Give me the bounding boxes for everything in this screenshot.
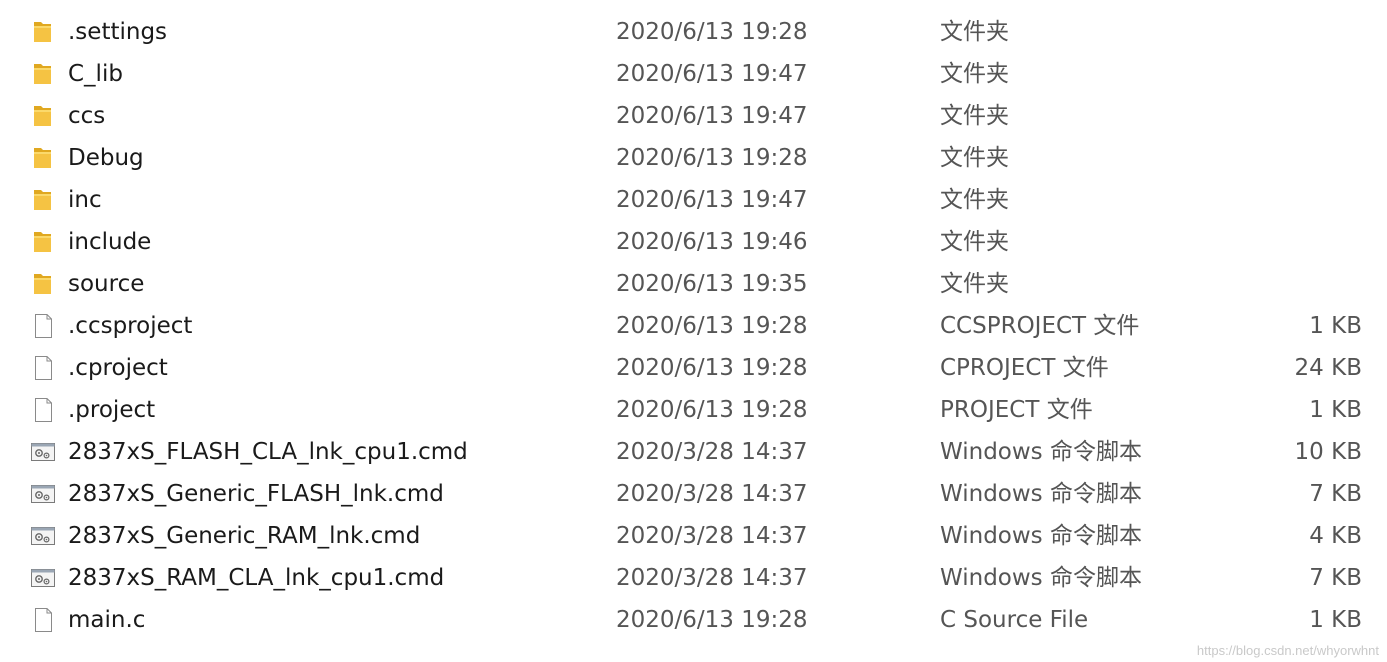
file-row[interactable]: ccs 2020/6/13 19:47 文件夹 bbox=[0, 95, 1387, 137]
file-modified-date: 2020/6/13 19:46 bbox=[616, 229, 808, 255]
file-type: 文件夹 bbox=[940, 187, 1009, 213]
file-type: Windows 命令脚本 bbox=[940, 523, 1142, 549]
file-modified-date: 2020/6/13 19:47 bbox=[616, 61, 808, 87]
file-type: 文件夹 bbox=[940, 103, 1009, 129]
file-type: CCSPROJECT 文件 bbox=[940, 313, 1140, 339]
file-row[interactable]: main.c 2020/6/13 19:28 C Source File 1 K… bbox=[0, 599, 1387, 641]
file-name: .ccsproject bbox=[68, 313, 193, 339]
file-size: 10 KB bbox=[1294, 439, 1362, 465]
file-type: 文件夹 bbox=[940, 229, 1009, 255]
cmd-script-icon bbox=[31, 443, 55, 461]
file-list: .settings 2020/6/13 19:28 文件夹 C_lib 2020… bbox=[0, 11, 1387, 641]
folder-icon bbox=[34, 22, 51, 42]
file-modified-date: 2020/6/13 19:28 bbox=[616, 313, 808, 339]
cmd-script-icon bbox=[31, 527, 55, 545]
file-name: 2837xS_FLASH_CLA_lnk_cpu1.cmd bbox=[68, 439, 468, 465]
file-row[interactable]: .settings 2020/6/13 19:28 文件夹 bbox=[0, 11, 1387, 53]
folder-icon bbox=[34, 274, 51, 294]
file-size: 24 KB bbox=[1294, 355, 1362, 381]
file-modified-date: 2020/3/28 14:37 bbox=[616, 439, 808, 465]
file-size: 1 KB bbox=[1309, 397, 1362, 423]
file-row[interactable]: include 2020/6/13 19:46 文件夹 bbox=[0, 221, 1387, 263]
file-size: 1 KB bbox=[1309, 313, 1362, 339]
file-type: Windows 命令脚本 bbox=[940, 439, 1142, 465]
file-type: 文件夹 bbox=[940, 271, 1009, 297]
file-modified-date: 2020/6/13 19:28 bbox=[616, 607, 808, 633]
file-modified-date: 2020/3/28 14:37 bbox=[616, 481, 808, 507]
file-name: 2837xS_RAM_CLA_lnk_cpu1.cmd bbox=[68, 565, 445, 591]
file-name: C_lib bbox=[68, 61, 123, 87]
file-name: Debug bbox=[68, 145, 144, 171]
file-name: 2837xS_Generic_RAM_lnk.cmd bbox=[68, 523, 421, 549]
folder-icon bbox=[34, 232, 51, 252]
file-name: .settings bbox=[68, 19, 168, 45]
file-size: 1 KB bbox=[1309, 607, 1362, 633]
file-name: include bbox=[68, 229, 152, 255]
file-row[interactable]: C_lib 2020/6/13 19:47 文件夹 bbox=[0, 53, 1387, 95]
watermark: https://blog.csdn.net/whyorwhnt bbox=[1196, 643, 1379, 658]
file-icon bbox=[35, 356, 52, 380]
file-modified-date: 2020/6/13 19:28 bbox=[616, 397, 808, 423]
file-size: 7 KB bbox=[1309, 481, 1362, 507]
folder-icon bbox=[34, 190, 51, 210]
file-size: 7 KB bbox=[1309, 565, 1362, 591]
folder-icon bbox=[34, 64, 51, 84]
file-type: C Source File bbox=[940, 607, 1089, 633]
file-name: ccs bbox=[68, 103, 106, 129]
file-modified-date: 2020/6/13 19:28 bbox=[616, 19, 808, 45]
file-modified-date: 2020/6/13 19:28 bbox=[616, 145, 808, 171]
file-type: 文件夹 bbox=[940, 19, 1009, 45]
file-row[interactable]: .cproject 2020/6/13 19:28 CPROJECT 文件 24… bbox=[0, 347, 1387, 389]
file-name: .project bbox=[68, 397, 156, 423]
file-modified-date: 2020/6/13 19:28 bbox=[616, 355, 808, 381]
file-modified-date: 2020/6/13 19:47 bbox=[616, 103, 808, 129]
file-modified-date: 2020/6/13 19:35 bbox=[616, 271, 808, 297]
folder-icon bbox=[34, 148, 51, 168]
file-type: Windows 命令脚本 bbox=[940, 565, 1142, 591]
file-row[interactable]: Debug 2020/6/13 19:28 文件夹 bbox=[0, 137, 1387, 179]
file-name: 2837xS_Generic_FLASH_lnk.cmd bbox=[68, 481, 444, 507]
file-row[interactable]: 2837xS_FLASH_CLA_lnk_cpu1.cmd 2020/3/28 … bbox=[0, 431, 1387, 473]
cmd-script-icon bbox=[31, 569, 55, 587]
file-type: CPROJECT 文件 bbox=[940, 355, 1109, 381]
file-row[interactable]: 2837xS_Generic_RAM_lnk.cmd 2020/3/28 14:… bbox=[0, 515, 1387, 557]
file-modified-date: 2020/3/28 14:37 bbox=[616, 565, 808, 591]
folder-icon bbox=[34, 106, 51, 126]
file-row[interactable]: 2837xS_RAM_CLA_lnk_cpu1.cmd 2020/3/28 14… bbox=[0, 557, 1387, 599]
file-size: 4 KB bbox=[1309, 523, 1362, 549]
file-type: 文件夹 bbox=[940, 61, 1009, 87]
file-modified-date: 2020/6/13 19:47 bbox=[616, 187, 808, 213]
file-type: Windows 命令脚本 bbox=[940, 481, 1142, 507]
file-name: .cproject bbox=[68, 355, 168, 381]
file-icon bbox=[35, 314, 52, 338]
file-type: 文件夹 bbox=[940, 145, 1009, 171]
file-row[interactable]: inc 2020/6/13 19:47 文件夹 bbox=[0, 179, 1387, 221]
file-name: main.c bbox=[68, 607, 146, 633]
file-type: PROJECT 文件 bbox=[940, 397, 1093, 423]
file-name: source bbox=[68, 271, 145, 297]
file-name: inc bbox=[68, 187, 102, 213]
file-row[interactable]: 2837xS_Generic_FLASH_lnk.cmd 2020/3/28 1… bbox=[0, 473, 1387, 515]
cmd-script-icon bbox=[31, 485, 55, 503]
file-icon bbox=[35, 608, 52, 632]
file-icon bbox=[35, 398, 52, 422]
file-row[interactable]: .project 2020/6/13 19:28 PROJECT 文件 1 KB bbox=[0, 389, 1387, 431]
file-modified-date: 2020/3/28 14:37 bbox=[616, 523, 808, 549]
file-row[interactable]: source 2020/6/13 19:35 文件夹 bbox=[0, 263, 1387, 305]
file-row[interactable]: .ccsproject 2020/6/13 19:28 CCSPROJECT 文… bbox=[0, 305, 1387, 347]
